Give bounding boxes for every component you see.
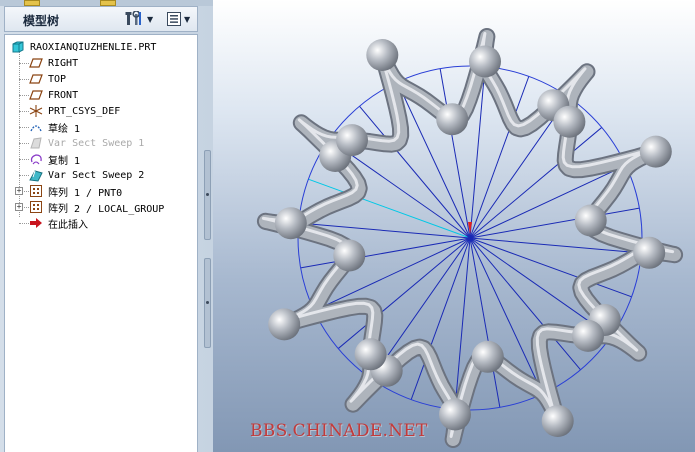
tree-item-sweep-2[interactable]: Var Sect Sweep 2 [29, 167, 144, 183]
chevron-down-icon: ▼ [147, 14, 154, 24]
tree-item-pattern-1[interactable]: 阵列 1 / PNT0 [29, 183, 122, 199]
model-3d-view [256, 28, 684, 448]
pattern-sphere [268, 308, 301, 341]
pattern-sphere [354, 338, 387, 371]
pattern-sphere [436, 103, 469, 136]
pattern-sphere [333, 239, 366, 272]
tree-item-csys[interactable]: PRT_CSYS_DEF [29, 103, 120, 119]
pattern-sphere [471, 340, 504, 373]
csys-icon [29, 104, 43, 118]
tree-item-part[interactable]: RAOXIANQIUZHENLIE.PRT [11, 39, 156, 55]
pattern-sphere [366, 39, 399, 71]
tree-item-pattern-2[interactable]: 阵列 2 / LOCAL_GROUP [29, 199, 164, 215]
tree-item-top[interactable]: TOP [29, 71, 66, 87]
tree-item-label: Var Sect Sweep 1 [48, 137, 145, 149]
tree-item-label: 阵列 1 / PNT0 [48, 187, 123, 199]
tree-item-label: TOP [48, 73, 67, 85]
pattern-icon [29, 200, 43, 214]
tree-item-front[interactable]: FRONT [29, 87, 78, 103]
tree-item-label: 草绘 1 [48, 123, 81, 135]
sweep-icon [29, 136, 43, 150]
panel-splitter[interactable] [204, 258, 211, 348]
chevron-down-icon: ▼ [184, 14, 191, 24]
datum-plane-icon [29, 88, 43, 102]
tree-filters-button[interactable]: ▼ [166, 10, 190, 28]
tree-item-label: 复制 1 [48, 155, 81, 167]
sweep-icon [29, 168, 43, 182]
pattern-icon [29, 184, 43, 198]
model-tree: RAOXIANQIUZHENLIE.PRT RIGHT TOP FRONT PR… [4, 34, 198, 452]
tree-item-sweep-1[interactable]: Var Sect Sweep 1 [29, 135, 144, 151]
tree-item-label: PRT_CSYS_DEF [48, 105, 121, 117]
tree-item-right[interactable]: RIGHT [29, 55, 78, 71]
datum-plane-icon [29, 72, 43, 86]
tree-item-label: 在此插入 [48, 219, 88, 231]
graphics-viewport[interactable]: BBS.CHINADE.NET [213, 0, 695, 452]
tree-item-label: RAOXIANQIUZHENLIE.PRT [30, 41, 157, 53]
pattern-sphere [541, 405, 574, 437]
pattern-sphere [439, 398, 471, 431]
pattern-sphere [336, 124, 368, 157]
model-tree-panel: 模型树 ▼ ▼ RAOXIANQIUZHENLIE.PRT RIGHT TOP … [0, 0, 213, 452]
tree-item-copy[interactable]: 复制 1 [29, 151, 80, 167]
model-tree-title: 模型树 [23, 14, 60, 28]
pattern-sphere [639, 135, 672, 168]
list-icon [167, 12, 181, 26]
pattern-sphere [572, 319, 604, 352]
datum-plane-icon [29, 56, 43, 70]
tools-icon [125, 11, 141, 25]
pattern-sphere [574, 204, 607, 237]
pattern-sphere [469, 45, 501, 78]
tree-settings-button[interactable]: ▼ [125, 10, 153, 28]
insert-arrow-icon [29, 216, 43, 230]
tree-item-label: RIGHT [48, 57, 79, 69]
watermark: BBS.CHINADE.NET [250, 421, 428, 441]
tree-item-insert-here[interactable]: 在此插入 [29, 215, 88, 231]
tree-item-label: 阵列 2 / LOCAL_GROUP [48, 203, 165, 215]
copy-icon [29, 152, 43, 166]
expand-toggle[interactable]: + [15, 187, 23, 195]
pattern-sphere [553, 105, 586, 138]
panel-splitter[interactable] [204, 150, 211, 240]
tree-item-label: Var Sect Sweep 2 [48, 169, 145, 181]
pattern-sphere [274, 207, 307, 240]
part-icon [11, 40, 25, 54]
tree-item-label: FRONT [48, 89, 79, 101]
expand-toggle[interactable]: + [15, 203, 23, 211]
tree-item-sketch[interactable]: 草绘 1 [29, 119, 80, 135]
sketch-icon [29, 120, 43, 134]
pattern-sphere [633, 236, 666, 269]
model-tree-header: 模型树 ▼ ▼ [4, 6, 198, 32]
